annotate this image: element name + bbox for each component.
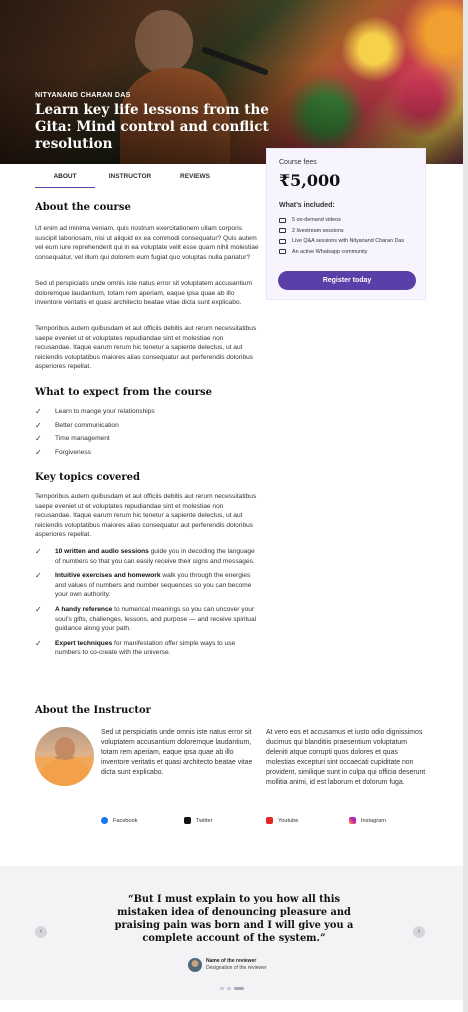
carousel-next-button[interactable]: › [413,926,425,938]
list-item: ✓ 10 written and audio sessions guide you… [35,547,255,565]
list-item: ✓ Better communication [35,420,119,430]
facebook-link[interactable]: Facebook [101,817,138,824]
about-paragraph: Ut enim ad minima veniam, quis nostrum e… [35,225,259,261]
list-item: ✓ Learn to mange your relationships [35,407,155,416]
check-icon: ✓ [35,447,42,457]
community-icon [279,249,286,255]
twitter-icon [184,817,191,824]
carousel-dot[interactable] [220,987,224,990]
facebook-icon [101,817,108,824]
instructor-heading: About the Instructor [35,705,151,716]
hero-instructor-name: NITYANAND CHARAN DAS [35,92,131,99]
twitter-link[interactable]: Twitter [184,817,212,824]
about-paragraph: Sed ut perspiciatis unde omnis iste natu… [35,280,252,307]
topics-intro: Temporibus autem quibusdam et aut offici… [35,493,257,539]
testimonial-quote: “But I must explain to you how all this … [114,894,354,944]
instructor-avatar [35,727,94,786]
check-icon: ✓ [35,638,42,648]
feature-item: 5 on-demand videos [279,215,404,226]
list-item: ✓ Expert techniques for manifestation off… [35,638,236,657]
course-fees-card: Course fees ₹5,000 What’s included: 5 on… [266,148,426,300]
page-title: Learn key life lessons from the Gita: Mi… [35,102,269,152]
feature-item: An active Whatsapp community [279,247,404,258]
feature-item: Live Q&A sessions with Nityanand Charan … [279,236,404,247]
reviewer-name: Name of the reviewer [206,958,257,964]
tab-reviews[interactable]: REVIEWS [165,166,225,188]
expect-list: ✓ Learn to mange your relationships ✓ Bett… [35,407,260,461]
check-icon: ✓ [35,420,42,430]
instagram-icon [349,817,356,824]
check-icon: ✓ [35,407,42,416]
chat-icon [279,238,286,244]
instagram-link[interactable]: Instagram [349,817,386,824]
list-item: ✓ Time management [35,434,110,443]
list-item: ✓ Intuitive exercises and homework walk y… [35,571,252,599]
livestream-icon [279,228,286,234]
expect-heading: What to expect from the course [35,387,213,398]
check-icon: ✓ [35,547,42,556]
about-heading: About the course [35,202,131,213]
check-icon: ✓ [35,434,42,443]
course-price: ₹5,000 [279,171,341,190]
topics-heading: Key topics covered [35,472,140,483]
video-icon [279,217,286,223]
check-icon: ✓ [35,571,42,581]
carousel-dot-active[interactable] [234,987,244,990]
youtube-link[interactable]: Youtube [266,817,298,824]
carousel-dot[interactable] [227,987,231,990]
instructor-bio: Sed ut perspiciatis unde omnis iste natu… [101,729,253,776]
carousel-dots [220,987,244,990]
tab-about[interactable]: ABOUT [35,166,95,188]
reviewer-avatar [188,958,202,972]
reviewer-designation: Designation of the reviewer [206,965,267,971]
included-features: 5 on-demand videos 2 livestream sessions… [279,215,404,257]
list-item: ✓ Forgiveness [35,447,91,457]
section-tabs: ABOUT INSTRUCTOR REVIEWS [35,166,260,188]
list-item: ✓ A handy reference to numerical meanings… [35,604,257,633]
check-icon: ✓ [35,604,42,614]
youtube-icon [266,817,273,824]
topics-list: ✓ 10 written and audio sessions guide you… [35,547,260,663]
carousel-prev-button[interactable]: ‹ [35,926,47,938]
scrollbar-track[interactable] [463,0,468,1012]
included-label: What’s included: [279,202,335,209]
fees-label: Course fees [279,159,317,166]
register-button[interactable]: Register today [278,271,416,290]
feature-item: 2 livestream sessions [279,226,404,237]
about-paragraph: Temporibus autem quibusdam et aut offici… [35,325,257,371]
instructor-bio: At vero eos et accusamus et iusto odio d… [266,729,426,786]
hero-banner: NITYANAND CHARAN DAS Learn key life less… [0,0,468,164]
tab-instructor[interactable]: INSTRUCTOR [95,166,165,188]
